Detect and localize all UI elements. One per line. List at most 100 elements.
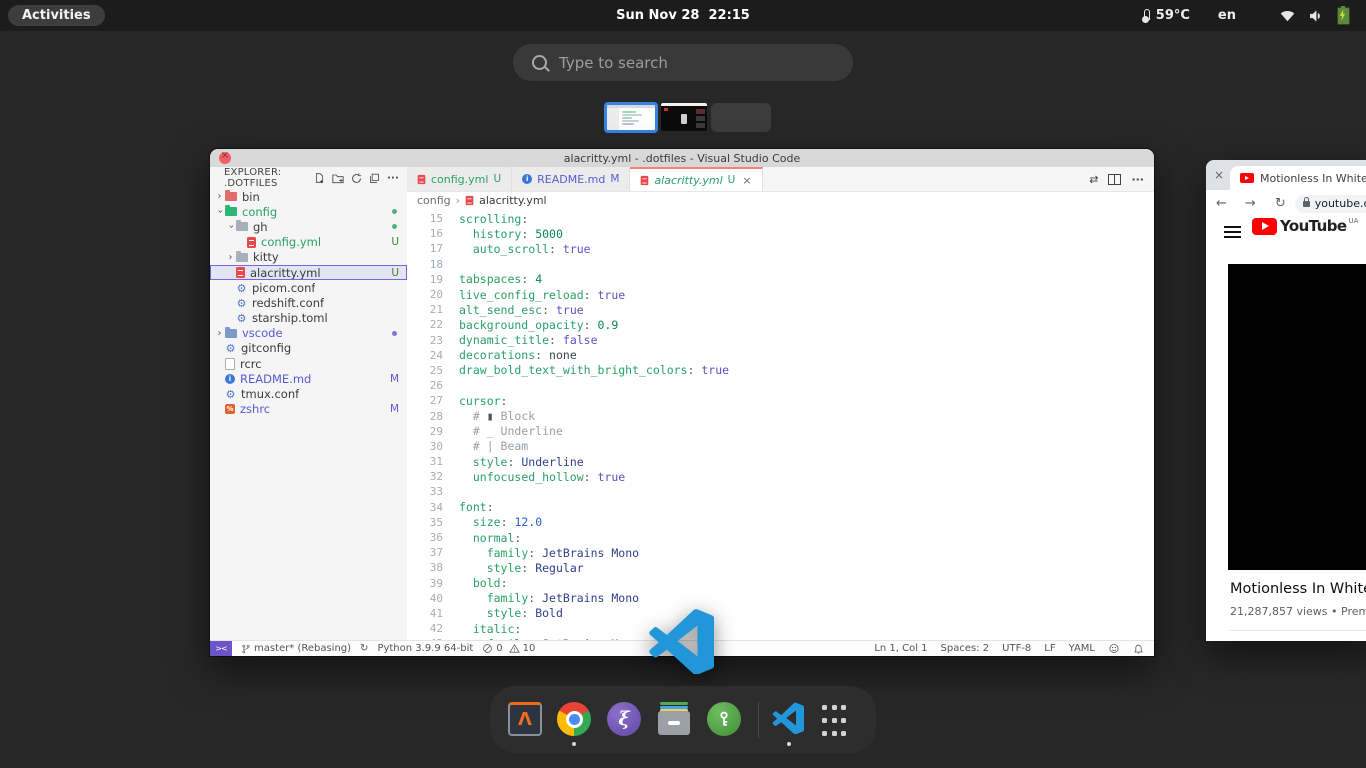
sync-icon[interactable] xyxy=(360,643,368,654)
tab-config-yml[interactable]: config.yml U xyxy=(407,167,512,191)
running-indicator xyxy=(572,742,576,746)
problems-status[interactable]: 0 10 xyxy=(482,643,535,654)
explorer-item-picom.conf[interactable]: picom.conf xyxy=(210,280,407,295)
line-number: 30 xyxy=(407,440,443,453)
language-mode-status[interactable]: YAML xyxy=(1069,643,1095,654)
line-number: 22 xyxy=(407,318,443,331)
new-folder-icon[interactable] xyxy=(332,172,344,184)
wifi-icon[interactable] xyxy=(1280,9,1295,23)
breadcrumb-folder[interactable]: config xyxy=(417,194,451,207)
explorer-item-vscode[interactable]: vscode xyxy=(210,326,407,341)
file-manager-icon[interactable] xyxy=(657,702,691,736)
yaml-file-icon xyxy=(247,237,256,248)
explorer-item-bin[interactable]: bin xyxy=(210,189,407,204)
explorer-item-rcrc[interactable]: rcrc xyxy=(210,356,407,371)
explorer-item-tmux.conf[interactable]: tmux.conf xyxy=(210,386,407,401)
lock-icon[interactable] xyxy=(1303,201,1310,207)
editor-more-actions-icon[interactable] xyxy=(1131,173,1144,186)
eol-status[interactable]: LF xyxy=(1044,643,1055,654)
youtube-country-code: UA xyxy=(1348,217,1358,225)
tab-close-icon[interactable] xyxy=(742,174,751,187)
workspace-thumbnail-youtube[interactable] xyxy=(661,103,707,131)
tab-readme-md[interactable]: README.md M xyxy=(512,167,630,191)
gear-file-icon xyxy=(236,311,247,325)
line-content: style: Underline xyxy=(459,455,584,469)
line-content: style: Bold xyxy=(459,606,563,620)
emacs-icon[interactable] xyxy=(607,702,641,736)
line-content: decorations: none xyxy=(459,348,577,362)
breadcrumb-file[interactable]: alacritty.yml xyxy=(479,194,547,207)
youtube-logo[interactable]: YouTube UA xyxy=(1252,217,1358,235)
workspace-thumbnail-active[interactable] xyxy=(604,102,658,133)
app-grid-icon[interactable] xyxy=(822,705,856,739)
chrome-tab-strip: Motionless In White - xyxy=(1206,160,1366,190)
new-file-icon[interactable] xyxy=(314,172,325,184)
remote-indicator[interactable] xyxy=(210,641,232,656)
battery-icon[interactable] xyxy=(1337,7,1350,25)
explorer-item-kitty[interactable]: kitty xyxy=(210,250,407,265)
notifications-bell-icon[interactable] xyxy=(1133,643,1144,655)
chrome-toolbar: youtube.com/wa xyxy=(1206,190,1366,218)
explorer-item-starship.toml[interactable]: starship.toml xyxy=(210,311,407,326)
explorer-item-zshrc[interactable]: zshrcM xyxy=(210,402,407,417)
encoding-status[interactable]: UTF-8 xyxy=(1002,643,1031,654)
python-interpreter-status[interactable]: Python 3.9.9 64-bit xyxy=(377,643,473,654)
refresh-icon[interactable] xyxy=(351,173,362,184)
explorer-item-README.md[interactable]: README.mdM xyxy=(210,371,407,386)
line-number: 21 xyxy=(407,303,443,316)
explorer-item-redshift.conf[interactable]: redshift.conf xyxy=(210,295,407,310)
volume-icon[interactable] xyxy=(1307,9,1323,23)
explorer-item-config[interactable]: config xyxy=(210,204,407,219)
explorer-item-gitconfig[interactable]: gitconfig xyxy=(210,341,407,356)
code-line: 38 style: Regular xyxy=(407,560,1154,575)
explorer-item-gh[interactable]: gh xyxy=(210,219,407,234)
feedback-icon[interactable] xyxy=(1108,643,1120,654)
chrome-icon[interactable] xyxy=(557,702,591,736)
git-branch-status[interactable]: master* (Rebasing) xyxy=(241,643,351,655)
breadcrumb[interactable]: config alacritty.yml xyxy=(407,192,1154,209)
keepassxc-icon[interactable] xyxy=(707,702,741,736)
menu-icon[interactable] xyxy=(1224,226,1241,241)
cursor-position-status[interactable]: Ln 1, Col 1 xyxy=(874,643,927,654)
file-label: gh xyxy=(253,220,268,234)
line-number: 23 xyxy=(407,334,443,347)
workspace-thumbnail-empty[interactable] xyxy=(711,103,771,132)
file-label: redshift.conf xyxy=(252,296,324,310)
explorer-item-config.yml[interactable]: config.ymlU xyxy=(210,235,407,250)
vscode-icon[interactable] xyxy=(772,702,806,736)
forward-button[interactable] xyxy=(1237,196,1256,211)
line-number: 34 xyxy=(407,501,443,514)
tab-close-icon[interactable] xyxy=(1214,168,1224,182)
vscode-window: alacritty.yml - .dotfiles - Visual Studi… xyxy=(210,149,1154,656)
keyboard-layout-indicator[interactable]: en xyxy=(1218,8,1236,23)
line-number: 37 xyxy=(407,546,443,559)
more-actions-icon[interactable] xyxy=(387,173,399,184)
explorer-item-alacritty.yml[interactable]: alacritty.ymlU xyxy=(210,265,407,280)
search-bar[interactable]: Type to search xyxy=(513,44,853,81)
address-bar[interactable]: youtube.com/wa xyxy=(1295,195,1366,213)
collapse-folders-icon[interactable] xyxy=(369,173,380,184)
reload-button[interactable] xyxy=(1266,196,1286,211)
window-title: alacritty.yml - .dotfiles - Visual Studi… xyxy=(210,152,1154,165)
chrome-tab-youtube[interactable]: Motionless In White - xyxy=(1230,166,1366,190)
editor-tabs: config.yml U README.md M alacritty.yml U xyxy=(407,167,1154,192)
indentation-status[interactable]: Spaces: 2 xyxy=(941,643,990,654)
tab-alacritty-yml[interactable]: alacritty.yml U xyxy=(630,167,762,191)
line-number: 20 xyxy=(407,288,443,301)
open-changes-icon[interactable] xyxy=(1089,173,1098,186)
code-line: 15scrolling: xyxy=(407,211,1154,226)
line-content: bold: xyxy=(459,576,508,590)
explorer-header: EXPLORER: .DOTFILES xyxy=(224,167,314,189)
code-editor[interactable]: 15scrolling:16 history: 500017 auto_scro… xyxy=(407,209,1154,641)
git-status-badge: U xyxy=(728,174,736,186)
line-number: 19 xyxy=(407,273,443,286)
dock-separator xyxy=(758,702,759,738)
code-line: 23dynamic_title: false xyxy=(407,333,1154,348)
back-button[interactable] xyxy=(1216,196,1227,211)
file-label: rcrc xyxy=(240,357,262,371)
gear-file-icon xyxy=(236,296,247,310)
vscode-titlebar[interactable]: alacritty.yml - .dotfiles - Visual Studi… xyxy=(210,149,1154,167)
alacritty-icon[interactable] xyxy=(508,702,542,736)
split-editor-icon[interactable] xyxy=(1108,174,1121,185)
video-player[interactable] xyxy=(1228,264,1366,570)
